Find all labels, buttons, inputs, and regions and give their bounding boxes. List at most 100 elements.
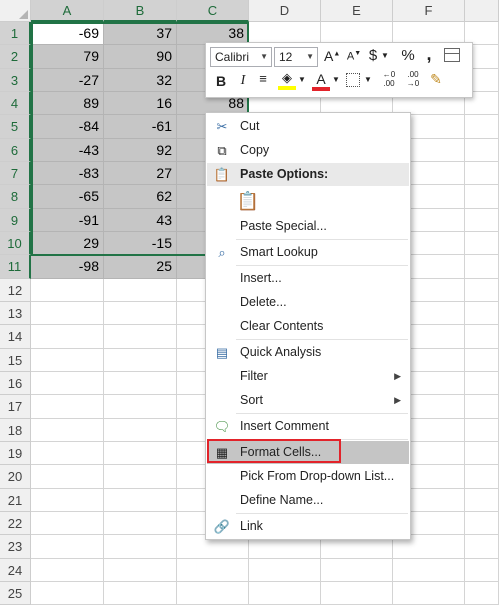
cell[interactable]	[321, 558, 393, 582]
menu-item-paste-special[interactable]: Paste Special...	[207, 215, 409, 238]
shrink-font-icon[interactable]: A▼	[346, 50, 362, 63]
cell[interactable]	[393, 558, 465, 582]
cell[interactable]	[104, 511, 177, 536]
row-header-24[interactable]: 24	[0, 558, 31, 582]
cell[interactable]	[177, 558, 249, 582]
cell[interactable]	[104, 371, 177, 396]
cell[interactable]	[31, 488, 104, 512]
row-header-8[interactable]: 8	[0, 185, 31, 209]
row-header-4[interactable]: 4	[0, 91, 31, 116]
font-size-dropdown[interactable]: 12 ▼	[274, 47, 318, 67]
cell[interactable]	[465, 465, 499, 489]
font-color-icon[interactable]: A	[312, 71, 330, 91]
cell[interactable]	[104, 581, 177, 605]
cell[interactable]: -61	[104, 115, 177, 139]
cell[interactable]	[31, 465, 104, 489]
cell[interactable]: 32	[104, 68, 177, 92]
cell[interactable]: 43	[104, 208, 177, 232]
cell[interactable]	[393, 581, 465, 605]
row-header-7[interactable]: 7	[0, 161, 31, 186]
row-header-16[interactable]: 16	[0, 371, 31, 396]
row-header-19[interactable]: 19	[0, 441, 31, 466]
menu-item-insert[interactable]: Insert...	[207, 267, 409, 290]
cell[interactable]: 29	[31, 231, 104, 256]
menu-item-smart-lookup[interactable]: ⌕ Smart Lookup	[207, 241, 409, 264]
italic-button[interactable]: I	[236, 73, 250, 89]
cell[interactable]: 37	[104, 22, 177, 46]
cell[interactable]	[31, 558, 104, 582]
row-header-20[interactable]: 20	[0, 465, 31, 489]
cell[interactable]	[465, 278, 499, 302]
row-header-25[interactable]: 25	[0, 581, 31, 605]
menu-item-quick-analysis[interactable]: ▤ Quick Analysis	[207, 341, 409, 364]
cell[interactable]	[465, 441, 499, 466]
cell[interactable]	[465, 581, 499, 605]
row-header-3[interactable]: 3	[0, 68, 31, 92]
bold-button[interactable]: B	[214, 73, 228, 89]
align-center-icon[interactable]: ≡	[256, 71, 270, 86]
cell[interactable]	[465, 255, 499, 279]
row-header-6[interactable]: 6	[0, 138, 31, 162]
cell[interactable]: 89	[31, 91, 104, 116]
cell[interactable]	[104, 395, 177, 419]
row-header-17[interactable]: 17	[0, 395, 31, 419]
cell[interactable]	[465, 558, 499, 582]
cell[interactable]	[321, 581, 393, 605]
row-header-13[interactable]: 13	[0, 301, 31, 326]
menu-item-insert-comment[interactable]: 🗨 Insert Comment	[207, 415, 409, 438]
row-header-9[interactable]: 9	[0, 208, 31, 232]
cell[interactable]	[465, 511, 499, 536]
cell[interactable]	[104, 325, 177, 349]
cell[interactable]	[104, 418, 177, 442]
cell[interactable]: -43	[31, 138, 104, 162]
cell[interactable]	[104, 441, 177, 466]
cell[interactable]	[465, 395, 499, 419]
row-header-5[interactable]: 5	[0, 115, 31, 139]
menu-item-delete[interactable]: Delete...	[207, 291, 409, 314]
row-header-1[interactable]: 1	[0, 22, 31, 46]
format-painter-table-icon[interactable]	[444, 48, 460, 62]
cell[interactable]	[104, 348, 177, 372]
cell[interactable]	[465, 231, 499, 256]
row-header-14[interactable]: 14	[0, 325, 31, 349]
row-header-23[interactable]: 23	[0, 535, 31, 559]
cell[interactable]	[31, 278, 104, 302]
row-header-21[interactable]: 21	[0, 488, 31, 512]
cell[interactable]: -65	[31, 185, 104, 209]
cell[interactable]	[31, 395, 104, 419]
cell[interactable]	[465, 488, 499, 512]
column-header-d[interactable]: D	[249, 0, 321, 22]
cell[interactable]: -15	[104, 231, 177, 256]
cell[interactable]	[104, 301, 177, 326]
cell[interactable]	[465, 208, 499, 232]
font-name-dropdown[interactable]: Calibri ▼	[210, 47, 272, 67]
cell[interactable]	[465, 371, 499, 396]
cell[interactable]	[465, 138, 499, 162]
cell[interactable]: 16	[104, 91, 177, 116]
cell[interactable]: 90	[104, 45, 177, 69]
cell[interactable]	[249, 581, 321, 605]
cell[interactable]	[465, 185, 499, 209]
menu-item-pick-from-list[interactable]: Pick From Drop-down List...	[207, 465, 409, 488]
cell[interactable]	[465, 161, 499, 186]
cell[interactable]	[104, 465, 177, 489]
column-header-e[interactable]: E	[321, 0, 393, 22]
cell[interactable]	[465, 535, 499, 559]
increase-decimal-icon[interactable]: ←0.00	[378, 70, 400, 88]
menu-item-filter[interactable]: Filter ▶	[207, 365, 409, 388]
format-painter-icon[interactable]: ✎	[428, 71, 444, 88]
cell[interactable]	[31, 581, 104, 605]
column-header-a[interactable]: A	[31, 0, 104, 22]
row-header-10[interactable]: 10	[0, 231, 31, 256]
cell[interactable]	[465, 418, 499, 442]
cell[interactable]: 62	[104, 185, 177, 209]
cell[interactable]	[31, 301, 104, 326]
comma-style-icon[interactable]: ,	[424, 44, 434, 65]
borders-icon[interactable]	[346, 73, 360, 87]
menu-item-copy[interactable]: ⧉ Copy	[207, 139, 409, 162]
menu-item-cut[interactable]: ✂ Cut	[207, 115, 409, 138]
cell[interactable]	[31, 325, 104, 349]
cell[interactable]: 92	[104, 138, 177, 162]
menu-item-link[interactable]: 🔗 Link	[207, 515, 409, 538]
column-header-f[interactable]: F	[393, 0, 465, 22]
